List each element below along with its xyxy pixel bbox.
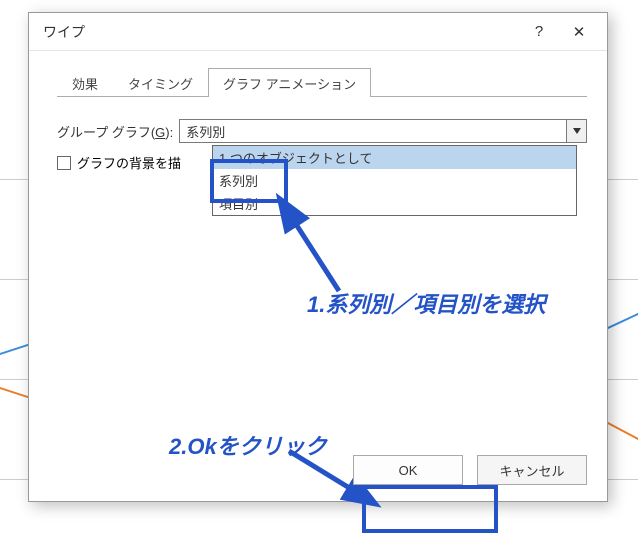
help-button[interactable]: ?	[519, 17, 559, 47]
titlebar: ワイプ ? ✕	[29, 13, 607, 51]
dialog-content: 効果 タイミング グラフ アニメーション グループ グラフ(G): 系列別 グラ…	[29, 51, 607, 501]
annotation-highlight-ok	[362, 485, 498, 533]
tab-effect[interactable]: 効果	[57, 68, 113, 97]
annotation-text-1: 1.系列別／項目別を選択	[307, 287, 545, 319]
cancel-button[interactable]: キャンセル	[477, 455, 587, 485]
background-draw-checkbox[interactable]	[57, 156, 71, 170]
tab-timing[interactable]: タイミング	[113, 68, 208, 97]
close-button[interactable]: ✕	[559, 17, 599, 47]
tabs: 効果 タイミング グラフ アニメーション	[57, 69, 587, 97]
group-graph-label: グループ グラフ(G):	[57, 122, 173, 141]
group-graph-value: 系列別	[180, 122, 566, 141]
group-graph-dropdown: 1 つのオブジェクトとして 系列別 項目別	[212, 145, 577, 216]
annotation-text-2: 2.Okをクリック	[169, 429, 327, 461]
dropdown-option-series[interactable]: 系列別	[213, 169, 576, 192]
group-graph-combo[interactable]: 系列別	[179, 119, 587, 143]
button-row: OK キャンセル	[353, 455, 587, 485]
background-draw-label: グラフの背景を描	[77, 153, 181, 172]
dialog-title: ワイプ	[43, 22, 519, 42]
dropdown-option-one-object[interactable]: 1 つのオブジェクトとして	[213, 146, 576, 169]
group-graph-row: グループ グラフ(G): 系列別	[57, 119, 587, 143]
dropdown-option-category[interactable]: 項目別	[213, 192, 576, 215]
ok-button[interactable]: OK	[353, 455, 463, 485]
chevron-down-icon[interactable]	[566, 120, 586, 142]
wipe-dialog: ワイプ ? ✕ 効果 タイミング グラフ アニメーション グループ グラフ(G)…	[28, 12, 608, 502]
tab-graph-animation[interactable]: グラフ アニメーション	[208, 68, 371, 97]
